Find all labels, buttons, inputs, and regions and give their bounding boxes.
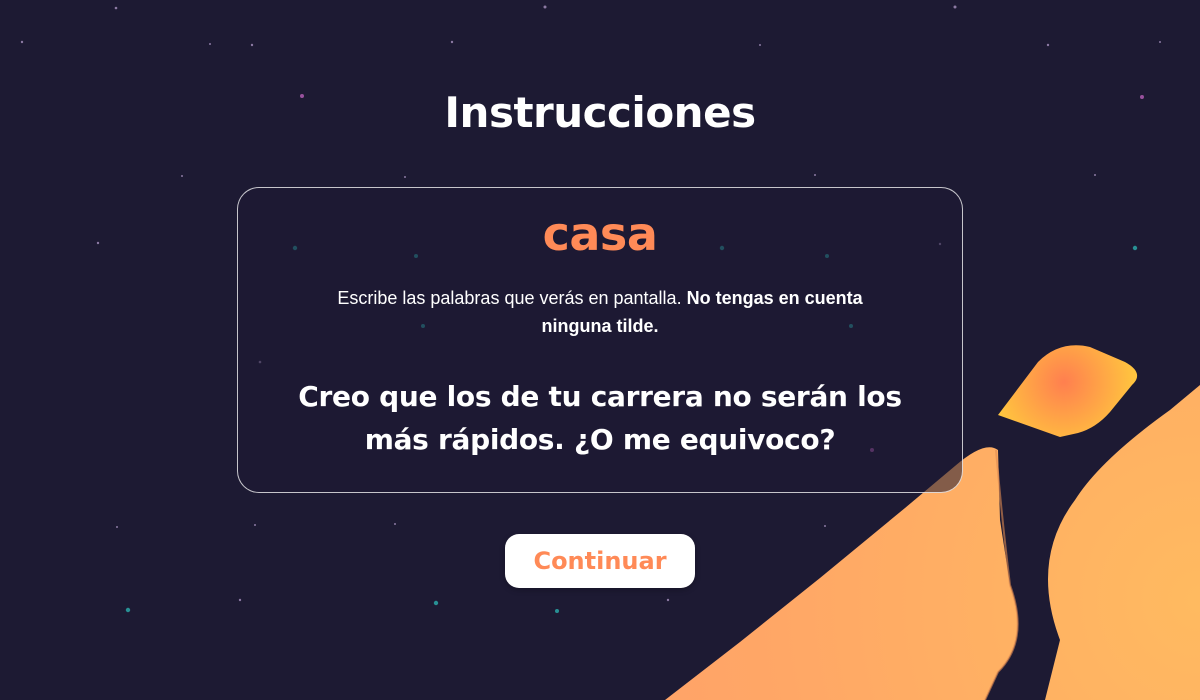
page-title: Instrucciones [444, 88, 756, 137]
instruction-text: Escribe las palabras que verás en pantal… [300, 284, 900, 340]
target-word: casa [542, 207, 658, 261]
floating-rock [998, 345, 1138, 437]
practice-sentence: Creo que los de tu carrera no serán los … [298, 380, 902, 456]
continue-button[interactable]: Continuar [505, 534, 695, 588]
game-screen: Instrucciones casa Escribe las palabras … [0, 0, 1200, 700]
instruction-plain: Escribe las palabras que verás en pantal… [337, 288, 687, 308]
